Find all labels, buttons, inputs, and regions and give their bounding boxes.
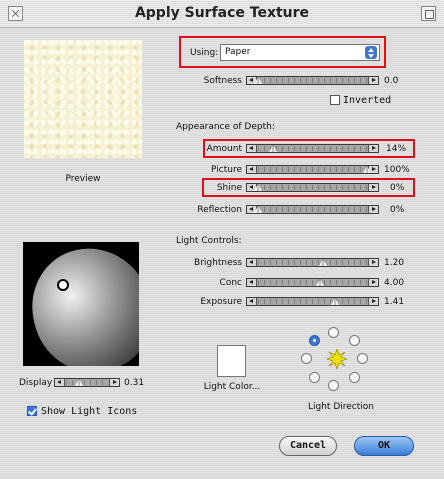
brightness-label: Brightness bbox=[194, 258, 242, 268]
picture-slider[interactable] bbox=[246, 165, 379, 174]
light-controls-heading: Light Controls: bbox=[176, 236, 242, 246]
brightness-slider[interactable] bbox=[246, 258, 379, 267]
amount-label: Amount bbox=[206, 144, 242, 154]
light-direction-label: Light Direction bbox=[308, 402, 374, 412]
arrow-left-icon[interactable] bbox=[247, 279, 257, 286]
light-direction-ne[interactable] bbox=[349, 335, 360, 346]
arrow-left-icon[interactable] bbox=[247, 298, 257, 305]
reflection-label: Reflection bbox=[197, 205, 242, 215]
light-color-label: Light Color... bbox=[203, 382, 261, 392]
arrow-right-icon[interactable] bbox=[368, 145, 378, 152]
brightness-slider-thumb[interactable] bbox=[319, 259, 328, 266]
light-color-swatch[interactable] bbox=[217, 345, 246, 377]
arrow-left-icon[interactable] bbox=[247, 145, 257, 152]
reflection-slider[interactable] bbox=[246, 205, 379, 214]
using-select[interactable]: Paper bbox=[220, 44, 380, 61]
shine-value: 0% bbox=[390, 183, 405, 193]
window-title: Apply Surface Texture bbox=[134, 5, 310, 21]
exposure-slider-thumb[interactable] bbox=[331, 298, 340, 305]
reflection-value: 0% bbox=[390, 205, 405, 215]
brightness-value: 1.20 bbox=[384, 258, 405, 268]
conc-label: Conc bbox=[219, 278, 242, 288]
arrow-left-icon[interactable] bbox=[247, 259, 257, 266]
picture-slider-thumb[interactable] bbox=[363, 166, 371, 173]
arrow-left-icon[interactable] bbox=[247, 166, 257, 173]
display-value: 0.31 bbox=[124, 378, 145, 388]
arrow-right-icon[interactable] bbox=[368, 298, 378, 305]
arrow-right-icon[interactable] bbox=[368, 259, 378, 266]
depth-heading: Appearance of Depth: bbox=[176, 122, 275, 132]
show-light-icons-checkbox[interactable] bbox=[27, 406, 37, 416]
light-direction-nw[interactable] bbox=[309, 335, 320, 346]
softness-slider[interactable] bbox=[246, 76, 379, 85]
sun-icon bbox=[327, 349, 347, 369]
conc-value: 4.00 bbox=[384, 278, 405, 288]
reflection-slider-thumb[interactable] bbox=[254, 206, 262, 213]
softness-slider-thumb[interactable] bbox=[254, 77, 262, 84]
exposure-slider[interactable] bbox=[246, 297, 379, 306]
chevron-updown-icon bbox=[365, 46, 377, 59]
using-label: Using: bbox=[190, 48, 219, 58]
arrow-right-icon[interactable] bbox=[109, 379, 119, 386]
light-position-handle[interactable] bbox=[57, 279, 69, 291]
shine-slider[interactable] bbox=[246, 183, 379, 192]
softness-value: 0.0 bbox=[384, 76, 399, 86]
using-value: Paper bbox=[225, 47, 251, 57]
ok-button[interactable]: OK bbox=[354, 436, 414, 456]
display-label: Display bbox=[19, 378, 53, 388]
show-light-icons-label: Show Light Icons bbox=[41, 406, 138, 417]
arrow-right-icon[interactable] bbox=[368, 279, 378, 286]
conc-slider-thumb[interactable] bbox=[316, 279, 325, 286]
preview-label: Preview bbox=[65, 174, 101, 184]
display-slider-thumb[interactable] bbox=[75, 379, 84, 386]
amount-value: 14% bbox=[386, 144, 407, 154]
shine-label: Shine bbox=[216, 183, 242, 193]
shine-slider-thumb[interactable] bbox=[254, 184, 262, 191]
arrow-right-icon[interactable] bbox=[368, 77, 378, 84]
light-direction-sw[interactable] bbox=[309, 372, 320, 383]
exposure-value: 1.41 bbox=[384, 297, 405, 307]
exposure-label: Exposure bbox=[200, 297, 242, 307]
arrow-left-icon[interactable] bbox=[55, 379, 65, 386]
texture-preview bbox=[24, 40, 142, 158]
softness-label: Softness bbox=[203, 76, 242, 86]
picture-value: 100% bbox=[384, 165, 410, 175]
inverted-checkbox[interactable] bbox=[330, 95, 340, 105]
cancel-button[interactable]: Cancel bbox=[279, 436, 337, 456]
amount-slider-thumb[interactable] bbox=[269, 145, 278, 152]
light-direction-w[interactable] bbox=[301, 353, 312, 364]
picture-label: Picture bbox=[211, 165, 242, 175]
arrow-right-icon[interactable] bbox=[368, 206, 378, 213]
inverted-label: Inverted bbox=[343, 95, 392, 106]
light-direction-e[interactable] bbox=[357, 353, 368, 364]
light-direction-n[interactable] bbox=[328, 327, 339, 338]
display-slider[interactable] bbox=[54, 378, 120, 387]
light-direction-s[interactable] bbox=[328, 380, 339, 391]
arrow-right-icon[interactable] bbox=[368, 184, 378, 191]
light-sphere-preview[interactable] bbox=[23, 242, 139, 366]
conc-slider[interactable] bbox=[246, 278, 379, 287]
amount-slider[interactable] bbox=[246, 144, 379, 153]
sphere-shading bbox=[23, 242, 139, 366]
zoom-window-button[interactable] bbox=[421, 6, 436, 21]
light-direction-se[interactable] bbox=[349, 372, 360, 383]
